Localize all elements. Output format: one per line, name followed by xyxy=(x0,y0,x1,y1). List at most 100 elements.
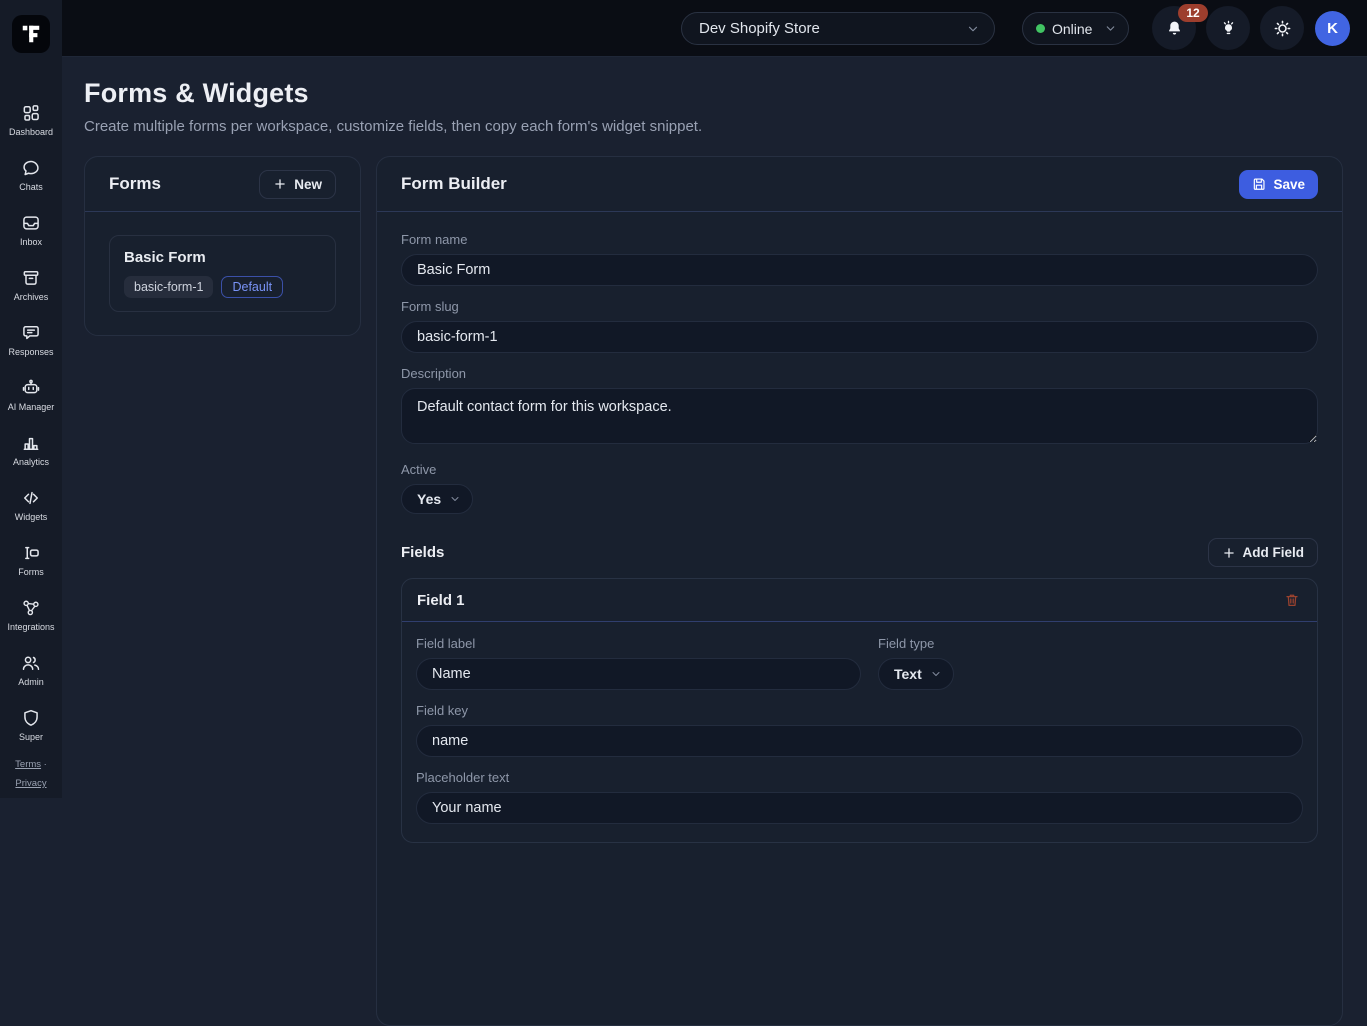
sidebar: Dashboard Chats Inbox Archives xyxy=(0,0,62,798)
sidebar-item-responses[interactable]: Responses xyxy=(0,323,62,357)
sidebar-item-chats[interactable]: Chats xyxy=(0,158,62,192)
field-card-title: Field 1 xyxy=(417,592,465,609)
description-label: Description xyxy=(401,366,1318,381)
status-select-value: Online xyxy=(1052,21,1092,37)
sidebar-item-label: Super xyxy=(19,732,43,742)
archive-icon xyxy=(21,268,41,288)
bar-chart-icon xyxy=(21,433,41,453)
notification-count-badge: 12 xyxy=(1178,4,1208,22)
dashboard-icon xyxy=(21,103,41,123)
topbar: Dev Shopify Store Online 12 K xyxy=(62,0,1367,57)
terms-link[interactable]: Terms xyxy=(15,759,41,770)
user-avatar[interactable]: K xyxy=(1315,11,1350,46)
forms-list-panel: Forms New Basic Form basic-form-1 Defaul… xyxy=(84,156,361,336)
responses-icon xyxy=(21,323,41,343)
sidebar-footer: Terms · Privacy xyxy=(0,755,62,793)
sidebar-item-label: Chats xyxy=(19,182,43,192)
chevron-down-icon xyxy=(449,493,461,505)
settings-button[interactable] xyxy=(1260,6,1304,50)
save-icon xyxy=(1252,177,1266,191)
field-label-input[interactable] xyxy=(416,658,861,690)
sidebar-item-super[interactable]: Super xyxy=(0,708,62,742)
sidebar-item-label: Widgets xyxy=(15,512,48,522)
chevron-down-icon xyxy=(930,668,942,680)
users-icon xyxy=(21,653,41,673)
app-logo[interactable] xyxy=(12,15,50,53)
sidebar-item-label: Archives xyxy=(14,292,49,302)
form-name: Basic Form xyxy=(124,249,321,266)
sidebar-item-inbox[interactable]: Inbox xyxy=(0,213,62,247)
bell-icon xyxy=(1165,19,1184,38)
add-field-button[interactable]: Add Field xyxy=(1208,538,1319,567)
save-button[interactable]: Save xyxy=(1239,170,1318,199)
field-key-input[interactable] xyxy=(416,725,1303,757)
sidebar-item-label: Inbox xyxy=(20,237,42,247)
code-icon xyxy=(21,488,41,508)
form-name-input[interactable] xyxy=(401,254,1318,286)
placeholder-text-label: Placeholder text xyxy=(416,770,1303,785)
form-input-icon xyxy=(21,543,41,563)
form-list-item[interactable]: Basic Form basic-form-1 Default xyxy=(109,235,336,312)
add-field-button-label: Add Field xyxy=(1243,545,1305,560)
builder-panel-header: Form Builder Save xyxy=(377,157,1342,212)
forms-panel-header: Forms New xyxy=(85,157,360,212)
lightbulb-icon xyxy=(1219,19,1238,38)
active-label: Active xyxy=(401,462,1318,477)
field-type-select[interactable]: Text xyxy=(878,658,954,690)
gear-icon xyxy=(1273,19,1292,38)
sidebar-item-admin[interactable]: Admin xyxy=(0,653,62,687)
builder-panel-title: Form Builder xyxy=(401,174,507,194)
sidebar-item-archives[interactable]: Archives xyxy=(0,268,62,302)
sidebar-item-dashboard[interactable]: Dashboard xyxy=(0,103,62,137)
sidebar-item-ai-manager[interactable]: AI Manager xyxy=(0,378,62,412)
shield-icon xyxy=(21,708,41,728)
delete-field-button[interactable] xyxy=(1282,590,1302,610)
form-name-label: Form name xyxy=(401,232,1318,247)
sidebar-item-widgets[interactable]: Widgets xyxy=(0,488,62,522)
sidebar-item-analytics[interactable]: Analytics xyxy=(0,433,62,467)
forms-panel-title: Forms xyxy=(109,174,161,194)
form-slug-input[interactable] xyxy=(401,321,1318,353)
sidebar-item-integrations[interactable]: Integrations xyxy=(0,598,62,632)
field-label-label: Field label xyxy=(416,636,861,651)
plus-icon xyxy=(1222,546,1236,560)
chat-bubble-icon xyxy=(21,158,41,178)
sidebar-item-label: Admin xyxy=(18,677,44,687)
footer-separator: · xyxy=(44,759,47,770)
fields-section-title: Fields xyxy=(401,544,444,561)
new-form-button[interactable]: New xyxy=(259,170,336,199)
form-builder-panel: Form Builder Save Form name Form slug xyxy=(376,156,1343,1026)
integrations-nodes-icon xyxy=(21,598,41,618)
sidebar-item-forms[interactable]: Forms xyxy=(0,543,62,577)
sidebar-nav: Dashboard Chats Inbox Archives xyxy=(0,103,62,763)
active-select[interactable]: Yes xyxy=(401,484,473,514)
chevron-down-icon xyxy=(1104,22,1117,35)
workspace-select-value: Dev Shopify Store xyxy=(699,20,820,37)
field-type-select-value: Text xyxy=(894,666,922,682)
form-slug-badge: basic-form-1 xyxy=(124,276,213,298)
page-subtitle: Create multiple forms per workspace, cus… xyxy=(84,118,1343,135)
field-type-label: Field type xyxy=(878,636,954,651)
workspace-select[interactable]: Dev Shopify Store xyxy=(681,12,995,45)
theme-toggle-button[interactable] xyxy=(1206,6,1250,50)
form-slug-label: Form slug xyxy=(401,299,1318,314)
logo-f-icon xyxy=(20,23,42,45)
robot-icon xyxy=(21,378,41,398)
placeholder-text-input[interactable] xyxy=(416,792,1303,824)
field-card: Field 1 Field label xyxy=(401,578,1318,843)
sidebar-item-label: Forms xyxy=(18,567,44,577)
field-card-header: Field 1 xyxy=(402,579,1317,622)
save-button-label: Save xyxy=(1273,177,1305,192)
sidebar-item-label: AI Manager xyxy=(8,402,55,412)
sidebar-item-label: Responses xyxy=(8,347,53,357)
page-title: Forms & Widgets xyxy=(84,78,1343,109)
main-content: Forms & Widgets Create multiple forms pe… xyxy=(62,58,1367,1026)
inbox-icon xyxy=(21,213,41,233)
status-select[interactable]: Online xyxy=(1022,12,1129,45)
online-status-dot xyxy=(1036,24,1045,33)
privacy-link[interactable]: Privacy xyxy=(15,778,46,789)
sidebar-item-label: Analytics xyxy=(13,457,49,467)
plus-icon xyxy=(273,177,287,191)
description-textarea[interactable]: Default contact form for this workspace. xyxy=(401,388,1318,444)
new-form-button-label: New xyxy=(294,177,322,192)
